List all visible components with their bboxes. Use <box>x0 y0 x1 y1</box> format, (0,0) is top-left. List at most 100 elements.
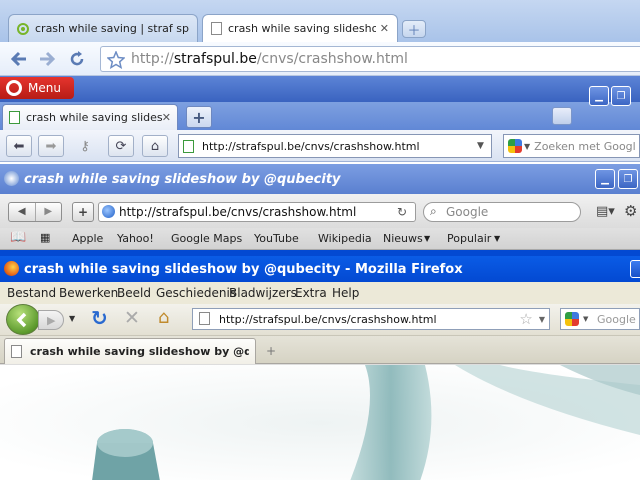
stop-icon[interactable]: ✕ <box>124 307 140 329</box>
firefox-search-field[interactable]: ▼ Google <box>560 308 640 330</box>
tab-favicon-icon <box>17 22 29 35</box>
firefox-title-bar: crash while saving slideshow by @qubecit… <box>0 256 640 282</box>
book-icon[interactable]: 📖 <box>10 230 26 245</box>
firefox-new-tab-button[interactable]: + <box>258 340 284 362</box>
menu-extra[interactable]: Extra <box>295 286 327 300</box>
forward-arrow-icon: ▶ <box>47 314 56 327</box>
star-icon[interactable]: ☆ <box>519 310 532 328</box>
page-content <box>0 364 640 480</box>
grid-icon[interactable]: ▦ <box>40 231 50 244</box>
globe-icon <box>102 205 115 218</box>
opera-menu-button[interactable]: Menu <box>0 77 74 99</box>
safari-address-bar[interactable]: http://strafspul.be/cnvs/crashshow.html … <box>98 202 416 222</box>
chevron-down-icon[interactable]: ▼ <box>494 234 500 243</box>
reload-icon: ⟳ <box>115 138 127 154</box>
reload-icon[interactable]: ↻ <box>397 205 415 219</box>
back-button[interactable]: ⬅ <box>6 135 32 157</box>
chrome-tab-1[interactable]: crash while saving | straf spul <box>8 14 198 42</box>
bookmark-youtube[interactable]: YouTube <box>254 232 299 245</box>
forward-button[interactable]: ▶ <box>38 310 64 330</box>
chevron-down-icon[interactable]: ▼ <box>524 142 530 151</box>
home-button[interactable]: ⌂ <box>142 135 168 157</box>
firefox-address-text: http://strafspul.be/cnvs/crashshow.html <box>219 312 437 326</box>
safari-address-text: http://strafspul.be/cnvs/crashshow.html <box>119 205 357 219</box>
bookmark-populair[interactable]: Populair <box>447 232 491 245</box>
bookmark-wikipedia[interactable]: Wikipedia <box>318 232 372 245</box>
history-dropdown-icon[interactable]: ▼ <box>69 314 75 323</box>
back-arrow-icon <box>10 51 26 67</box>
home-icon[interactable]: ⌂ <box>158 307 169 328</box>
forward-button[interactable]: ➡ <box>38 135 64 157</box>
firefox-window-title: crash while saving slideshow by @qubecit… <box>24 261 463 277</box>
menu-geschiedenis[interactable]: Geschiedenis <box>156 286 236 300</box>
reload-button[interactable]: ⟳ <box>108 135 134 157</box>
reload-icon[interactable]: ↻ <box>91 306 108 330</box>
star-icon[interactable] <box>107 51 125 69</box>
firefox-logo-icon <box>4 261 19 276</box>
page-icon <box>211 22 222 35</box>
page-menu-icon[interactable]: ▤▾ <box>596 204 620 220</box>
menu-bestand[interactable]: Bestand <box>7 286 56 300</box>
reload-button[interactable] <box>64 46 90 72</box>
reload-icon <box>70 51 84 66</box>
google-icon <box>508 139 522 153</box>
url-prefix: http:// <box>131 51 174 67</box>
back-button[interactable] <box>6 46 32 72</box>
chevron-down-icon[interactable]: ▼ <box>583 315 588 323</box>
chevron-down-icon[interactable]: ▼ <box>424 234 430 243</box>
chrome-tab-2[interactable]: crash while saving slidesho... ✕ <box>202 14 398 42</box>
bookmark-google-maps[interactable]: Google Maps <box>171 232 242 245</box>
safari-window-title: crash while saving slideshow by @qubecit… <box>24 171 341 187</box>
minimize-button[interactable]: ▁ <box>595 169 615 189</box>
back-arrow-icon: ⬅ <box>13 138 25 154</box>
safari-title-bar: crash while saving slideshow by @qubecit… <box>0 164 640 194</box>
key-icon[interactable]: ⚷ <box>72 135 98 157</box>
safari-search-field[interactable]: ⌕ Google <box>423 202 581 222</box>
chevron-down-icon[interactable]: ▼ <box>539 315 545 324</box>
maximize-button[interactable]: ❐ <box>618 169 638 189</box>
firefox-search-placeholder: Google <box>597 312 636 326</box>
firefox-tab-label: crash while saving slideshow by @qu... <box>30 345 249 358</box>
add-bookmark-button[interactable]: + <box>72 202 94 222</box>
menu-beeld[interactable]: Beeld <box>117 286 151 300</box>
opera-tab[interactable]: crash while saving slides... ✕ <box>2 104 178 130</box>
back-arrow-icon[interactable]: ◀ <box>9 203 36 221</box>
forward-arrow-icon[interactable]: ▶ <box>36 203 62 221</box>
opera-title-bar <box>0 76 640 102</box>
back-forward-buttons[interactable]: ◀ ▶ <box>8 202 62 222</box>
minimize-button[interactable] <box>630 260 640 278</box>
chrome-tab-1-label: crash while saving | straf spul <box>35 22 189 35</box>
page-icon <box>9 111 20 124</box>
bookmark-nieuws[interactable]: Nieuws <box>383 232 423 245</box>
menu-help[interactable]: Help <box>332 286 359 300</box>
url-path: /cnvs/crashshow.html <box>256 51 408 67</box>
opera-new-tab-button[interactable]: + <box>186 106 212 128</box>
opera-address-text: http://strafspul.be/cnvs/crashshow.html <box>202 139 420 153</box>
back-button[interactable] <box>6 304 40 335</box>
bookmark-apple[interactable]: Apple <box>72 232 103 245</box>
page-icon <box>183 139 194 153</box>
firefox-address-bar[interactable]: http://strafspul.be/cnvs/crashshow.html … <box>192 308 550 330</box>
bookmark-yahoo[interactable]: Yahoo! <box>117 232 154 245</box>
close-tab-icon[interactable]: ✕ <box>162 111 171 124</box>
forward-button[interactable] <box>34 46 60 72</box>
firefox-menu-bar: Bestand Bewerken Beeld Geschiedenis Blad… <box>0 282 640 304</box>
gear-icon[interactable]: ⚙ <box>624 202 640 220</box>
opera-address-bar[interactable]: http://strafspul.be/cnvs/crashshow.html … <box>178 134 492 158</box>
trash-icon[interactable] <box>552 107 572 125</box>
menu-bladwijzers[interactable]: Bladwijzers <box>229 286 297 300</box>
opera-menu-label: Menu <box>28 81 61 95</box>
minimize-button[interactable]: ▁ <box>589 86 609 106</box>
chevron-down-icon[interactable]: ▼ <box>477 141 491 151</box>
chrome-tab-2-label: crash while saving slidesho... <box>228 22 376 35</box>
safari-compass-icon <box>4 171 19 186</box>
maximize-button[interactable]: ❐ <box>611 86 631 106</box>
new-tab-button[interactable]: ＋ <box>402 20 426 39</box>
close-tab-icon[interactable]: ✕ <box>380 22 389 35</box>
opera-search-field[interactable]: ▼ Zoeken met Googl <box>503 134 640 158</box>
safari-search-placeholder: Google <box>446 205 489 219</box>
opera-logo-icon <box>6 80 22 96</box>
chrome-address-bar[interactable]: http://strafspul.be/cnvs/crashshow.html <box>100 46 640 72</box>
menu-bewerken[interactable]: Bewerken <box>59 286 118 300</box>
firefox-tab[interactable]: crash while saving slideshow by @qu... <box>4 338 256 364</box>
